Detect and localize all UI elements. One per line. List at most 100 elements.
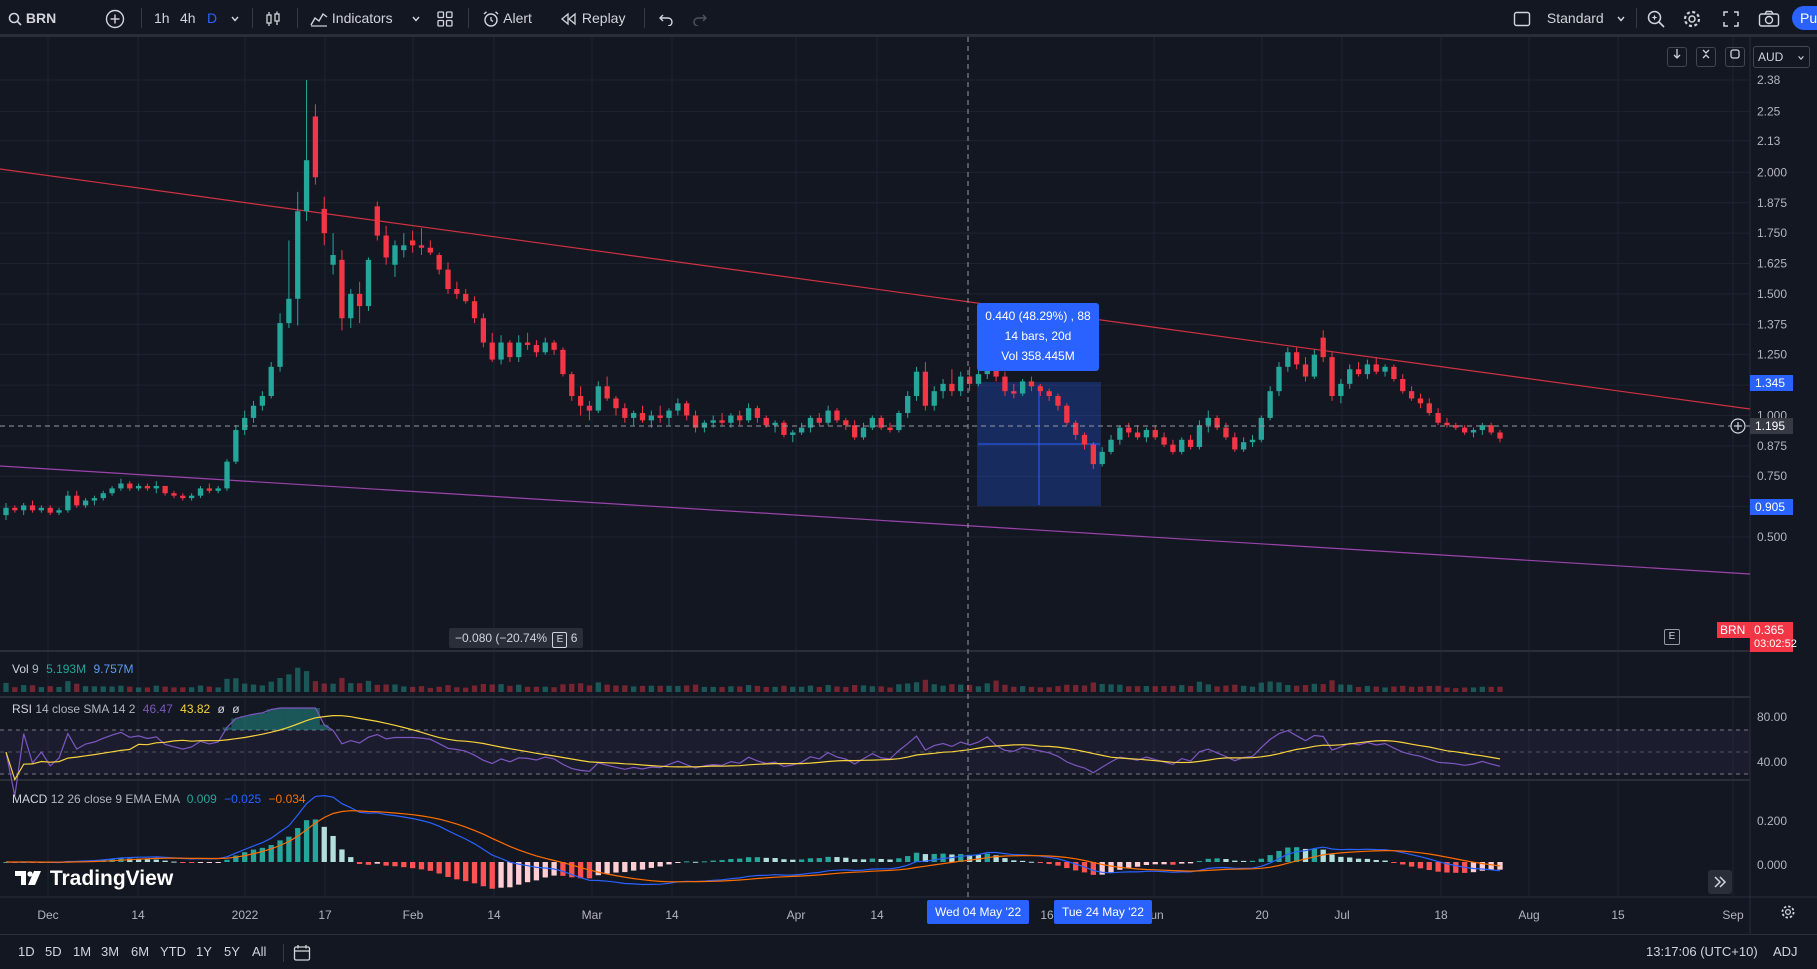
earnings-e-icon[interactable]: E [552, 632, 568, 648]
macd-hist-bar [852, 859, 858, 862]
volume-bar [330, 683, 336, 692]
volume-bar [65, 681, 71, 692]
macd-params: 12 26 close 9 EMA EMA [50, 792, 180, 806]
interval-dropdown[interactable] [230, 0, 240, 36]
time-tick: 14 [665, 908, 679, 922]
replay-button[interactable]: Replay [560, 0, 625, 36]
interval-4h[interactable]: 4h [180, 0, 196, 36]
symbol-search[interactable]: BRN [8, 0, 56, 36]
layout-selector[interactable]: Standard [1513, 0, 1626, 36]
price-axis[interactable]: 2.38 2.25 2.13 2.000 1.875 1.750 1.625 1.500 1.3… [1757, 73, 1787, 544]
volume-bar [127, 686, 133, 692]
macd-hist-bar [1488, 862, 1494, 871]
lower-trendline[interactable] [0, 465, 1751, 575]
candle-body [613, 398, 619, 409]
earnings-marker[interactable]: E [1664, 629, 1680, 645]
layout-grid-button[interactable] [436, 0, 454, 36]
macd-hist-bar [675, 862, 681, 863]
reset-scale-button[interactable] [1725, 47, 1745, 67]
candle-body [1073, 422, 1079, 435]
candle-body [507, 342, 513, 358]
compare-button[interactable] [105, 0, 125, 36]
interval-d[interactable]: D [207, 0, 217, 36]
fullscreen-button[interactable] [1722, 0, 1740, 36]
macd-hist-bar [1338, 856, 1344, 862]
publish-button[interactable]: Pu [1792, 6, 1817, 30]
range-5y[interactable]: 5Y [224, 935, 240, 969]
volume-bar [144, 687, 151, 692]
volume-bar [445, 685, 451, 692]
rewind-icon [560, 12, 576, 26]
candle-body [1179, 439, 1185, 452]
macd-legend[interactable]: MACD 12 26 close 9 EMA EMA 0.009 −0.025 … [12, 792, 306, 806]
price-tick: 2.000 [1757, 165, 1787, 179]
volume-bar [463, 687, 469, 692]
volume-bar [905, 683, 911, 692]
volume-bar [595, 682, 601, 692]
volume-bar [206, 686, 212, 692]
candle-body [427, 247, 433, 253]
volume-legend[interactable]: Vol 9 5.193M 9.757M [12, 662, 133, 676]
currency-selector[interactable]: AUD [1753, 46, 1810, 68]
chart-type-button[interactable] [264, 0, 282, 36]
volume-bar [887, 687, 893, 692]
scroll-to-realtime-button[interactable] [1708, 870, 1732, 894]
symbol-tag: BRN [1717, 622, 1750, 638]
upper-trendline[interactable] [0, 168, 1751, 410]
candle-body [1196, 425, 1203, 448]
volume-bar [913, 682, 920, 692]
candle-body [737, 415, 743, 421]
volume-bar [1028, 686, 1035, 692]
undo-button[interactable] [656, 0, 674, 36]
macd-hist-bar [303, 820, 310, 862]
goto-date-button[interactable] [293, 935, 311, 969]
scale-down-button[interactable] [1667, 47, 1687, 67]
range-all[interactable]: All [252, 935, 266, 969]
collapse-scale-button[interactable] [1696, 47, 1716, 67]
volume-bar [1400, 685, 1406, 692]
volume-bar [896, 684, 902, 692]
alarm-clock-icon [483, 11, 499, 27]
macd-hist-bar [1196, 861, 1203, 863]
volume-bar [1426, 686, 1432, 692]
range-1m[interactable]: 1M [73, 935, 91, 969]
range-ytd[interactable]: YTD [160, 935, 186, 969]
time-tick: Dec [37, 908, 58, 922]
quick-search-button[interactable] [1646, 0, 1666, 36]
indicators-dropdown[interactable] [411, 0, 421, 36]
clock[interactable]: 13:17:06 (UTC+10) [1646, 935, 1758, 969]
macd-hist-bar [1311, 848, 1318, 862]
price-tick: 1.750 [1757, 226, 1787, 240]
volume-bar [356, 683, 363, 692]
interval-1h[interactable]: 1h [154, 0, 170, 36]
indicators-button[interactable]: Indicators [310, 0, 393, 36]
candle-body [1205, 417, 1211, 426]
volume-bar [949, 684, 955, 692]
snapshot-button[interactable] [1758, 0, 1780, 36]
tradingview-logo[interactable]: TradingView [14, 867, 173, 891]
volume-bar [1320, 684, 1326, 692]
macd-hist-bar [692, 861, 699, 863]
time-axis[interactable]: Dec 14 2022 17 Feb 14 Mar 14 Apr 14 Jun 20 Jul 18 Aug 1… [37, 908, 1744, 922]
rsi-legend[interactable]: RSI 14 close SMA 14 2 46.47 43.82 ø ø [12, 702, 240, 716]
macd-hist-bar [480, 862, 487, 887]
range-5d[interactable]: 5D [45, 935, 62, 969]
volume-bar [1152, 686, 1158, 692]
range-6m[interactable]: 6M [131, 935, 149, 969]
time-axis-settings-button[interactable] [1780, 904, 1796, 923]
macd-hist-bar [1205, 858, 1211, 862]
alert-button[interactable]: Alert [482, 0, 532, 36]
candle-body [1099, 451, 1105, 465]
range-3m[interactable]: 3M [101, 935, 119, 969]
candle-body [1400, 378, 1406, 392]
range-1y[interactable]: 1Y [196, 935, 212, 969]
macd-hist-bar [1046, 862, 1052, 865]
range-1d[interactable]: 1D [18, 935, 35, 969]
settings-button[interactable] [1682, 0, 1702, 36]
crosshair-add-icon[interactable] [1730, 418, 1746, 434]
adj-toggle[interactable]: ADJ [1773, 935, 1798, 969]
redo-button[interactable] [692, 0, 710, 36]
candle-body [1170, 444, 1176, 452]
volume-bar [1223, 685, 1229, 692]
candle-body [303, 160, 310, 212]
